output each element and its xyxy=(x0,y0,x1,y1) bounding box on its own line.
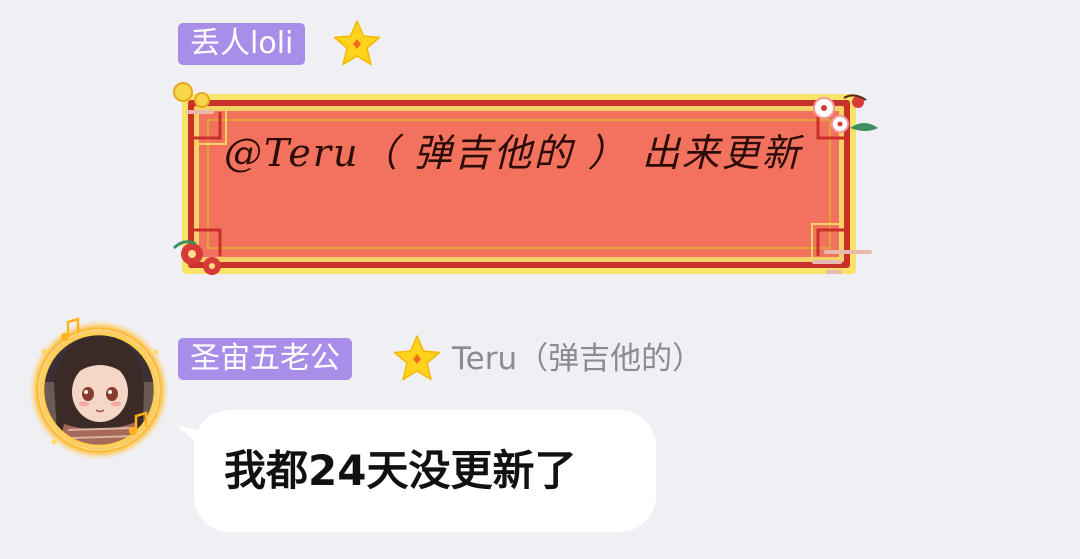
message-text: 我都24天没更新了 xyxy=(224,446,577,495)
star-icon xyxy=(333,20,381,66)
sender-name-badge[interactable]: 圣宙五老公 xyxy=(178,338,352,380)
festive-frame xyxy=(172,82,878,275)
chat-page: 丢人loli @Teru（ 弹吉他的 ） 出来更新 圣宙五老公 Teru（弹吉他… xyxy=(0,0,1080,559)
star-icon xyxy=(393,335,441,381)
festive-message-text: @Teru（ 弹吉他的 ） 出来更新 xyxy=(224,131,802,175)
sender-name-badge[interactable]: 丢人loli xyxy=(178,23,306,65)
message-bubble[interactable]: 我都24天没更新了 xyxy=(194,410,656,532)
avatar[interactable] xyxy=(24,312,174,462)
festive-message-card[interactable]: @Teru（ 弹吉他的 ） 出来更新 xyxy=(172,78,884,284)
reply-to-name: Teru（弹吉他的） xyxy=(452,341,704,377)
